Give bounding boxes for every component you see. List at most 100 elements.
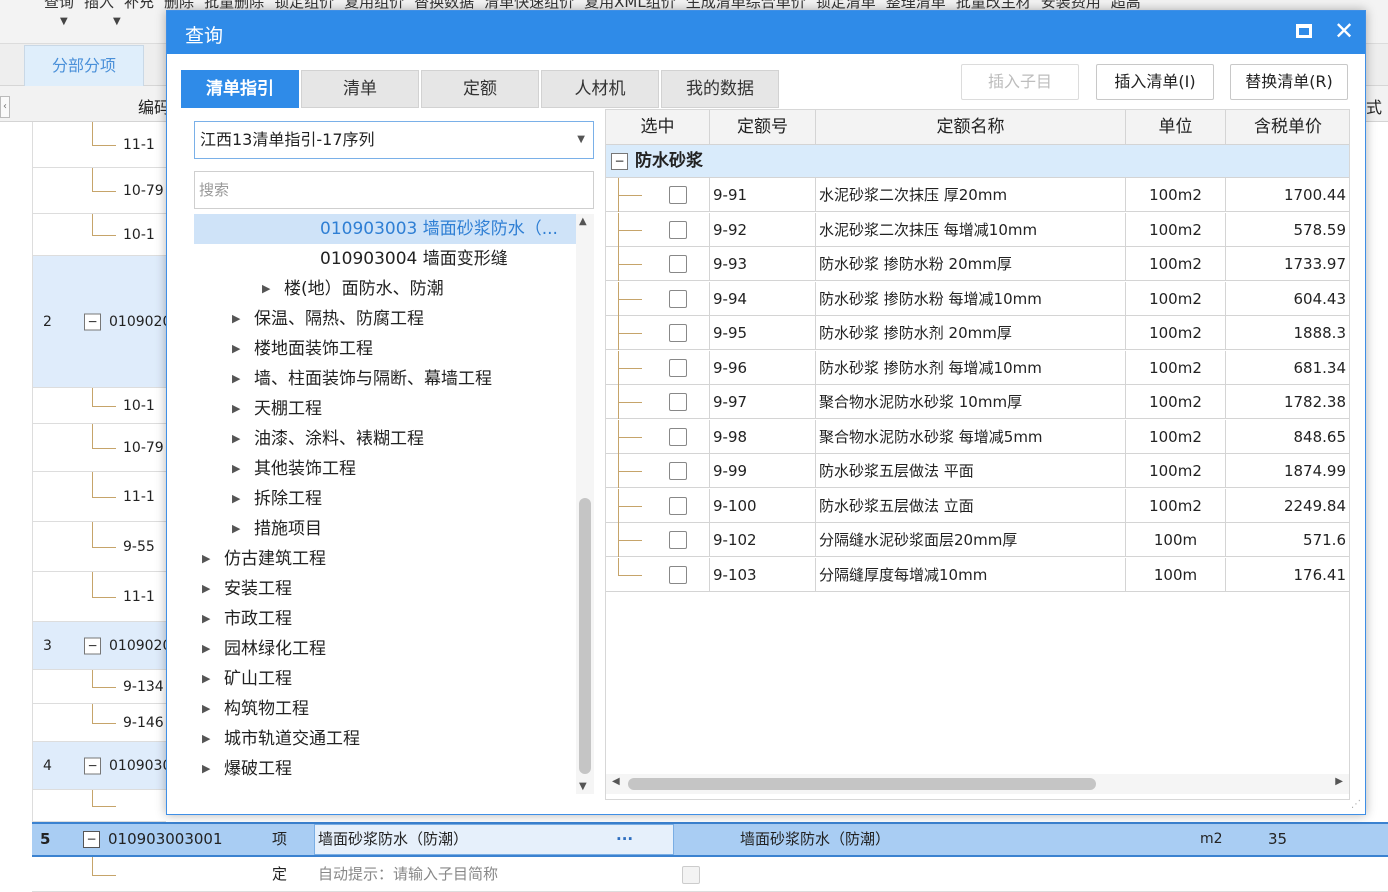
table-row[interactable]: 9-94 防水砂浆 掺防水粉 每增减10mm 100m2 604.43 — [606, 281, 1349, 316]
table-row[interactable]: 3−01090202 — [32, 622, 180, 670]
column-header[interactable]: 单位 — [1126, 110, 1226, 145]
expand-arrow-icon[interactable]: ▶ — [232, 484, 240, 514]
table-row[interactable]: 10-1 — [32, 388, 166, 424]
tree-item[interactable]: ▶ 楼(地）面防水、防潮 — [194, 274, 578, 304]
expand-arrow-icon[interactable]: ▶ — [232, 334, 240, 364]
insert-child-button[interactable]: 插入子目 — [961, 64, 1079, 100]
row-checkbox[interactable] — [669, 462, 687, 480]
collapse-box-icon[interactable]: − — [84, 757, 101, 774]
column-header[interactable]: 定额名称 — [816, 110, 1126, 145]
tab-3[interactable]: 人材机 — [541, 70, 659, 108]
table-row[interactable]: 9-102 分隔缝水泥砂浆面层20mm厚 100m 571.6 — [606, 523, 1349, 557]
tree-item[interactable]: ▶ 墙、柱面装饰与隔断、幕墙工程 — [194, 364, 578, 394]
collapse-box-icon[interactable]: − — [83, 831, 100, 848]
tree-item[interactable]: ▶ 仿古建筑工程 — [194, 544, 578, 574]
expand-arrow-icon[interactable]: ▶ — [232, 454, 240, 484]
tree-item[interactable]: ▶ 油漆、涂料、裱糊工程 — [194, 424, 578, 454]
table-row[interactable]: 11-1 — [32, 122, 166, 168]
table-row[interactable]: 9-98 聚合物水泥防水砂浆 每增减5mm 100m2 848.65 — [606, 419, 1349, 454]
collapse-box-icon[interactable]: − — [84, 637, 101, 654]
scroll-up-icon[interactable]: ▲ — [579, 216, 587, 227]
expand-arrow-icon[interactable]: ▶ — [232, 424, 240, 454]
table-row[interactable]: 9-93 防水砂浆 掺防水粉 20mm厚 100m2 1733.97 — [606, 247, 1349, 281]
tab-1[interactable]: 清单 — [301, 70, 419, 108]
expand-arrow-icon[interactable]: ▶ — [262, 274, 270, 304]
row-checkbox[interactable] — [669, 289, 687, 308]
expand-arrow-icon[interactable]: ▶ — [232, 304, 240, 334]
row-checkbox[interactable] — [682, 866, 700, 884]
row-checkbox[interactable] — [669, 220, 687, 239]
tree-item[interactable]: ▶ 城市轨道交通工程 — [194, 724, 578, 754]
table-row[interactable]: 9-146 — [32, 704, 166, 742]
insert-list-button[interactable]: 插入清单(I) — [1096, 64, 1214, 100]
tree-item[interactable]: ▶ 安装工程 — [194, 574, 578, 604]
table-row[interactable]: 10-79 — [32, 424, 166, 472]
column-header[interactable]: 定额号 — [710, 110, 816, 145]
table-row[interactable]: 4−01090303 — [32, 742, 180, 790]
tree-item[interactable]: ▶ 爆破工程 — [194, 754, 578, 784]
scroll-left-icon[interactable]: ◀ — [612, 776, 620, 787]
table-row[interactable]: 9-91 水泥砂浆二次抹压 厚20mm 100m2 1700.44 — [606, 178, 1349, 212]
selected-list-row[interactable]: 5 − 010903003001 项 墙面砂浆防水（防潮） ··· 墙面砂浆防水… — [32, 822, 1388, 857]
new-child-row[interactable]: 定 自动提示：请输入子目简称 — [32, 857, 1388, 892]
row-checkbox[interactable] — [669, 531, 687, 549]
table-row[interactable]: 9-103 分隔缝厚度每增减10mm 100m 176.41 — [606, 557, 1349, 592]
collapse-box-icon[interactable]: − — [84, 313, 101, 330]
grid-horizontal-scrollbar[interactable]: ◀ ▶ — [606, 774, 1349, 794]
toolbar-menu-item[interactable]: 补充 — [124, 0, 154, 11]
tree-item[interactable]: ▶ 保温、隔热、防腐工程 — [194, 304, 578, 334]
row-checkbox[interactable] — [669, 255, 687, 273]
table-row[interactable]: 9-96 防水砂浆 掺防水剂 每增减10mm 100m2 681.34 — [606, 350, 1349, 385]
tree-item[interactable]: ▶ 矿山工程 — [194, 664, 578, 694]
expand-arrow-icon[interactable]: ▶ — [202, 694, 210, 724]
replace-list-button[interactable]: 替换清单(R) — [1230, 64, 1348, 100]
row-checkbox[interactable] — [669, 427, 687, 446]
table-row[interactable]: 9-55 — [32, 522, 166, 572]
collapse-box-icon[interactable]: − — [611, 153, 628, 170]
expand-arrow-icon[interactable]: ▶ — [202, 724, 210, 754]
expand-arrow-icon[interactable]: ▶ — [202, 574, 210, 604]
expand-arrow-icon[interactable]: ▶ — [232, 514, 240, 544]
table-row[interactable]: 10-79 — [32, 168, 166, 214]
expand-arrow-icon[interactable]: ▶ — [202, 544, 210, 574]
column-header[interactable]: 含税单价 — [1226, 110, 1349, 145]
expand-arrow-icon[interactable]: ▶ — [232, 364, 240, 394]
guide-library-select[interactable]: 江西13清单指引-17序列 ▼ — [194, 121, 594, 159]
tree-item[interactable]: 010903004 墙面变形缝 — [194, 244, 578, 274]
chevron-down-icon[interactable]: ▼ — [577, 122, 585, 158]
table-row[interactable]: 9-134 — [32, 670, 166, 704]
row-checkbox[interactable] — [669, 186, 687, 204]
tree-item[interactable]: ▶ 构筑物工程 — [194, 694, 578, 724]
panel-collapse-icon[interactable]: ‹ — [0, 96, 10, 118]
table-row[interactable]: 9-95 防水砂浆 掺防水剂 20mm厚 100m2 1888.3 — [606, 316, 1349, 350]
maximize-icon[interactable] — [1296, 24, 1312, 38]
tree-item[interactable]: ▶ 园林绿化工程 — [194, 634, 578, 664]
dialog-titlebar[interactable]: 查询 ✕ — [167, 11, 1365, 54]
grid-group-row[interactable]: − 防水砂浆 — [606, 145, 1349, 178]
child-code-hint[interactable]: 自动提示：请输入子目简称 — [318, 857, 498, 891]
table-row[interactable]: 10-1 — [32, 214, 166, 256]
table-row[interactable]: 9-99 防水砂浆五层做法 平面 100m2 1874.99 — [606, 454, 1349, 488]
tree-item[interactable]: ▶ 措施项目 — [194, 514, 578, 544]
row-checkbox[interactable] — [669, 324, 687, 342]
ellipsis-button[interactable]: ··· — [616, 824, 633, 855]
close-icon[interactable]: ✕ — [1334, 17, 1354, 45]
table-row[interactable]: 9-100 防水砂浆五层做法 立面 100m2 2249.84 — [606, 488, 1349, 523]
table-row[interactable]: 11-1 — [32, 572, 166, 622]
expand-arrow-icon[interactable]: ▶ — [202, 664, 210, 694]
table-row[interactable]: 11-1 — [32, 472, 166, 522]
search-input[interactable] — [194, 171, 594, 209]
column-header[interactable]: 选中 — [606, 110, 710, 145]
scroll-down-icon[interactable]: ▼ — [579, 781, 587, 792]
tree-scrollbar[interactable]: ▲ ▼ — [576, 214, 594, 794]
expand-arrow-icon[interactable]: ▶ — [202, 754, 210, 784]
tree-item[interactable]: ▶ 天棚工程 — [194, 394, 578, 424]
scroll-right-icon[interactable]: ▶ — [1335, 776, 1343, 787]
chevron-down-icon[interactable]: ▼ — [113, 16, 121, 27]
row-checkbox[interactable] — [669, 393, 687, 411]
tab-0[interactable]: 清单指引 — [181, 70, 299, 108]
table-row[interactable]: 9-92 水泥砂浆二次抹压 每增减10mm 100m2 578.59 — [606, 212, 1349, 247]
row-checkbox[interactable] — [669, 358, 687, 377]
tab-4[interactable]: 我的数据 — [661, 70, 779, 108]
scrollbar-thumb[interactable] — [628, 778, 1096, 790]
